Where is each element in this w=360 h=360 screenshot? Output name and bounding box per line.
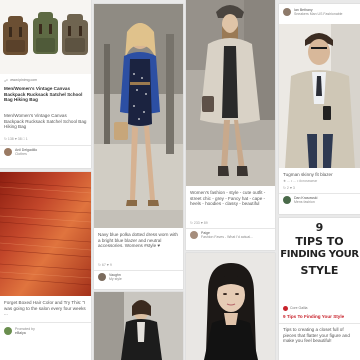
pin-description: Navy blue polka dotted dress worn with a… (98, 232, 178, 249)
tips-number: 9 (315, 221, 324, 234)
pin-description: Men/Women's Vintage Canvas Backpack Ruck… (4, 113, 87, 130)
tips-line: STYLE (300, 264, 339, 277)
pin-hashtags: ★ ... • ... • #crosswear (283, 179, 318, 183)
attribution-board[interactable]: Clothes (15, 152, 37, 156)
source-name[interactable]: Core Gallia (290, 306, 308, 311)
avatar[interactable] (283, 306, 288, 311)
pin-attribution[interactable]: Dan Krasowski Mens fashion (283, 196, 356, 205)
pin-vintage-backpacks[interactable]: ☍ www.ipinimg.com Men/Women's Vintage Ca… (0, 0, 91, 168)
pin-attribution[interactable]: Promoted by eBalya (4, 327, 87, 336)
pin-black-coat[interactable] (94, 292, 183, 360)
divider (186, 228, 275, 229)
pin-title[interactable]: Men/Women's Vintage Canvas Backpack Ruck… (4, 86, 87, 103)
divider (0, 322, 91, 323)
attribution-board[interactable]: Mens fashion (294, 200, 317, 204)
divider (94, 270, 183, 271)
grey-coat-photo[interactable] (186, 0, 275, 186)
link-icon: ☍ (4, 78, 9, 83)
blazer-photo[interactable] (279, 24, 360, 168)
avatar[interactable] (283, 8, 291, 17)
tips-line: FINDING YOUR (280, 249, 359, 260)
pin-hair-color[interactable]: Forget Boxed Hair Color and Try This: "I… (0, 172, 91, 360)
pin-description: Women's fashion - style - cute outfit - … (190, 190, 266, 207)
pin-source[interactable]: ☍ www.ipinimg.com (4, 78, 87, 83)
tips-graphic[interactable]: 9 TIPS TO FINDING YOUR STYLE (279, 218, 360, 302)
attribution-board[interactable]: Sneakers Man US Fashionable (294, 12, 342, 16)
pin-stats: ↻ 138 ♥ 38 □ 1 (4, 137, 28, 141)
pin-stats: ↻ 67 ♥ 9 (98, 263, 112, 267)
pin-description: Tips to creating a closet full of pieces… (283, 327, 350, 344)
divider (279, 323, 360, 324)
black-coat-photo[interactable] (94, 292, 183, 360)
portrait-photo[interactable] (186, 253, 275, 360)
tips-line: TIPS TO (295, 235, 344, 248)
avatar[interactable] (190, 231, 198, 240)
pin-top-attribution[interactable]: Ian Bethany Sneakers Man US Fashionable (283, 8, 356, 17)
navy-dress-photo[interactable] (94, 4, 183, 228)
backpacks-photo[interactable] (0, 0, 91, 74)
pin-attribution[interactable]: Paige Fashion Faves - What I'd actual... (190, 231, 271, 240)
pin-dark-hair-portrait[interactable] (186, 253, 275, 360)
avatar[interactable] (98, 273, 106, 282)
pin-nine-tips-style[interactable]: 9 TIPS TO FINDING YOUR STYLE Core Gallia… (279, 218, 360, 360)
pin-tugman-blazer[interactable]: Ian Bethany Sneakers Man US Fashionable … (279, 4, 360, 214)
attribution-board[interactable]: eBalya (15, 331, 35, 335)
pin-description: Tugman skinny fit blazer (283, 172, 333, 177)
pin-grey-coat-street-style[interactable]: Women's fashion - style - cute outfit - … (186, 0, 275, 250)
attribution-board[interactable]: My style (109, 277, 122, 281)
pin-stats: ↻ 233 ♥ 89 (190, 221, 208, 225)
hair-color-photo[interactable] (0, 172, 91, 296)
pin-source[interactable]: Core Gallia (283, 306, 356, 311)
avatar[interactable] (4, 327, 12, 336)
avatar[interactable] (283, 196, 291, 205)
avatar[interactable] (4, 148, 12, 157)
pin-attribution[interactable]: Anil Delgadillo Clothes (4, 148, 87, 157)
divider (279, 193, 360, 194)
pin-stats: ↻ 2 ♥ 3 (283, 186, 295, 190)
source-url[interactable]: www.ipinimg.com (10, 78, 37, 83)
attribution-board[interactable]: Fashion Faves - What I'd actual... (201, 235, 253, 239)
pin-description: Forget Boxed Hair Color and Try This: "I… (4, 300, 86, 317)
pin-navy-polka-dress[interactable]: Navy blue polka dotted dress worn with a… (94, 4, 183, 289)
divider (0, 145, 91, 146)
pin-attribution[interactable]: Vaughn My style (98, 273, 179, 282)
pin-title[interactable]: 9 Tips To Finding Your Style (283, 314, 356, 320)
